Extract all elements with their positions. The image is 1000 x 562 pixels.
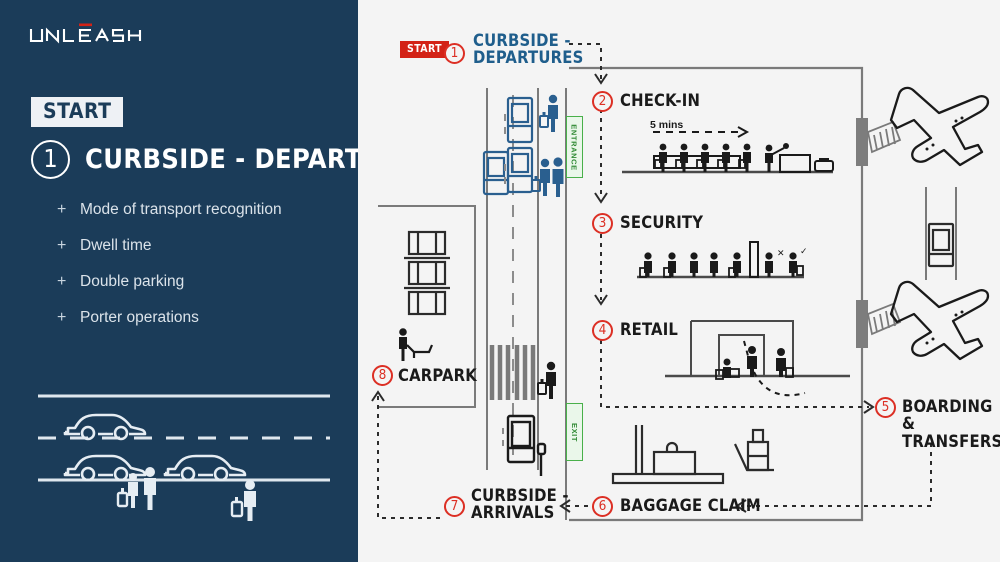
check-icon: ✓ [800,246,808,256]
step-label-curbside-departures: CURBSIDE - DEPARTURES [473,31,584,68]
start-chip: START [400,41,449,58]
baggage-belt-icon [611,425,725,485]
entrance-label: ENTRANCE [570,123,579,171]
passenger-cleared-icon [789,252,804,277]
check-in-scene [622,126,834,174]
diagram-vectors: ✕ ✓ [371,43,990,522]
parked-car-icon [407,290,447,316]
terminal-building-outline [569,66,864,522]
arrowhead [737,126,750,138]
security-scene: ✕ ✓ [637,241,808,279]
step-label-curbside-arrivals: CURBSIDE - ARRIVALS [471,486,569,523]
passenger-icon [728,252,741,278]
arrowhead [594,192,608,204]
car-icon [506,96,534,144]
step-label-retail: RETAIL [620,320,679,339]
passenger-icon [710,252,718,277]
traveller-icon [539,94,558,132]
luggage-trolley-icon [734,428,774,472]
retail-scene [665,320,850,397]
step-label-check-in: CHECK-IN [620,91,701,110]
step-marker-1[interactable]: 1 [444,43,465,64]
passenger-icon [663,252,676,278]
porter-icon [399,328,407,361]
step-label-baggage-claim: BAGGAGE CLAIM [620,496,761,515]
cross-icon: ✕ [777,248,785,258]
step-label-boarding-transfers: BOARDING & TRANSFERS [902,397,1000,451]
aircraft-icon [889,86,990,167]
infographic-root: START 1 CURBSIDE - DEPARTURES + Mode of … [0,0,1000,562]
entrance-door-marker: ENTRANCE [566,116,583,178]
parked-car-icon [404,230,450,260]
step-marker-7[interactable]: 7 [444,496,465,517]
step-marker-2[interactable]: 2 [592,91,613,112]
passenger-icon [639,252,652,278]
baggage-claim-scene [611,425,774,485]
check-in-desk [779,154,834,173]
apron-scene [856,86,990,361]
aircraft-icon [889,280,990,361]
flow-arrow-5-to-6 [741,443,932,507]
car-icon [506,146,534,194]
traveller-icon [552,157,564,197]
step-label-carpark: CARPARK [398,366,478,385]
exit-label: EXIT [570,422,580,442]
parked-car-icon [404,260,450,290]
flow-arrow-7-to-8 [377,396,440,519]
shopper-icon [776,348,794,378]
passenger-rejected-icon [765,252,773,277]
step-marker-8[interactable]: 8 [372,365,393,386]
traveller-icon [531,158,550,196]
exit-door-marker: EXIT [566,403,583,461]
step-label-security: SECURITY [620,213,704,232]
step-marker-6[interactable]: 6 [592,496,613,517]
trolley-icon [406,344,434,358]
step-marker-3[interactable]: 3 [592,213,613,234]
jet-bridge-icon [856,118,902,166]
flow-arrow-4-to-5 [600,340,869,408]
passenger-icon [690,252,698,277]
traveller-icon [537,361,556,399]
check-in-agent-icon [765,143,789,172]
step-marker-5[interactable]: 5 [875,397,896,418]
security-scanner-icon [749,241,759,278]
queue-time-annotation: 5 mins [650,119,684,131]
service-vehicle-icon [927,222,955,268]
step-marker-4[interactable]: 4 [592,320,613,341]
